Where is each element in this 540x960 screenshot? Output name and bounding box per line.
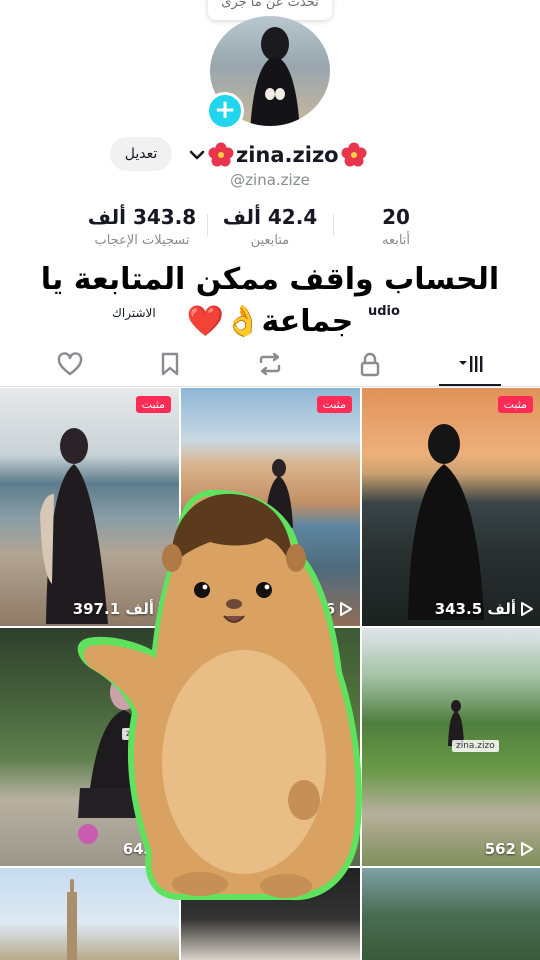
stat-likes[interactable]: 343.8 ألف تسجيلات الإعجاب (82, 205, 202, 248)
view-count-value: 562 (484, 840, 516, 858)
pinned-badge: مثبت (316, 396, 352, 413)
thumbnail-figure (408, 424, 484, 620)
username-row[interactable]: zina.zizo (186, 138, 367, 172)
view-count-value: 343.5 ألف (434, 600, 516, 618)
video-thumbnail[interactable] (362, 868, 540, 960)
chevron-down-icon[interactable] (186, 144, 208, 166)
username: zina.zizo (236, 143, 339, 167)
play-icon (521, 602, 533, 616)
hibiscus-icon (341, 142, 367, 167)
tabs-divider (0, 386, 540, 387)
video-caption-line2: جماعة👌❤️ (186, 304, 354, 339)
stat-followers[interactable]: 42.4 ألف متابعين (214, 205, 326, 248)
view-count: 343.5 ألف (362, 600, 540, 618)
hibiscus-icon (208, 142, 234, 167)
avatar-figure (250, 27, 300, 126)
user-handle: @zina.zize (230, 171, 310, 189)
tab-reposts[interactable] (240, 342, 300, 386)
grid-icon (459, 356, 483, 372)
view-count: 562 (362, 840, 540, 858)
pinned-badge: مثبت (135, 396, 171, 413)
tab-private[interactable] (340, 342, 400, 386)
video-caption-line1: الحساب واقف ممكن المتابعة يا (40, 262, 500, 297)
video-thumbnail[interactable]: مثبت 343.5 ألف (362, 388, 540, 626)
tab-liked[interactable] (40, 342, 100, 386)
stat-following[interactable]: 20 أتابعه (346, 205, 446, 248)
watermark: zina.zizo (452, 740, 499, 752)
likes-count: 343.8 ألف (87, 205, 197, 229)
lock-icon (360, 352, 380, 377)
heart-icon (57, 352, 83, 376)
following-label: أتابعه (381, 233, 411, 248)
repost-icon (259, 352, 281, 376)
pinned-badge: مثبت (497, 396, 533, 413)
thumbnail-figure (448, 700, 464, 746)
edit-profile-button[interactable]: تعديل (110, 137, 172, 171)
followers-count: 42.4 ألف (222, 205, 318, 229)
following-count: 20 (382, 205, 410, 229)
video-thumbnail[interactable]: zina.zizo 562 (362, 628, 540, 866)
hamster-sticker (77, 489, 362, 901)
followers-label: متابعين (250, 233, 290, 248)
tab-favorites[interactable] (140, 342, 200, 386)
stat-divider (207, 214, 208, 236)
stat-divider (333, 214, 334, 236)
bookmark-icon (161, 352, 179, 376)
tab-videos[interactable] (440, 342, 500, 386)
profile-tabs (0, 342, 540, 386)
play-icon (521, 842, 533, 856)
add-story-button[interactable]: + (206, 92, 244, 130)
likes-label: تسجيلات الإعجاب (94, 233, 190, 248)
